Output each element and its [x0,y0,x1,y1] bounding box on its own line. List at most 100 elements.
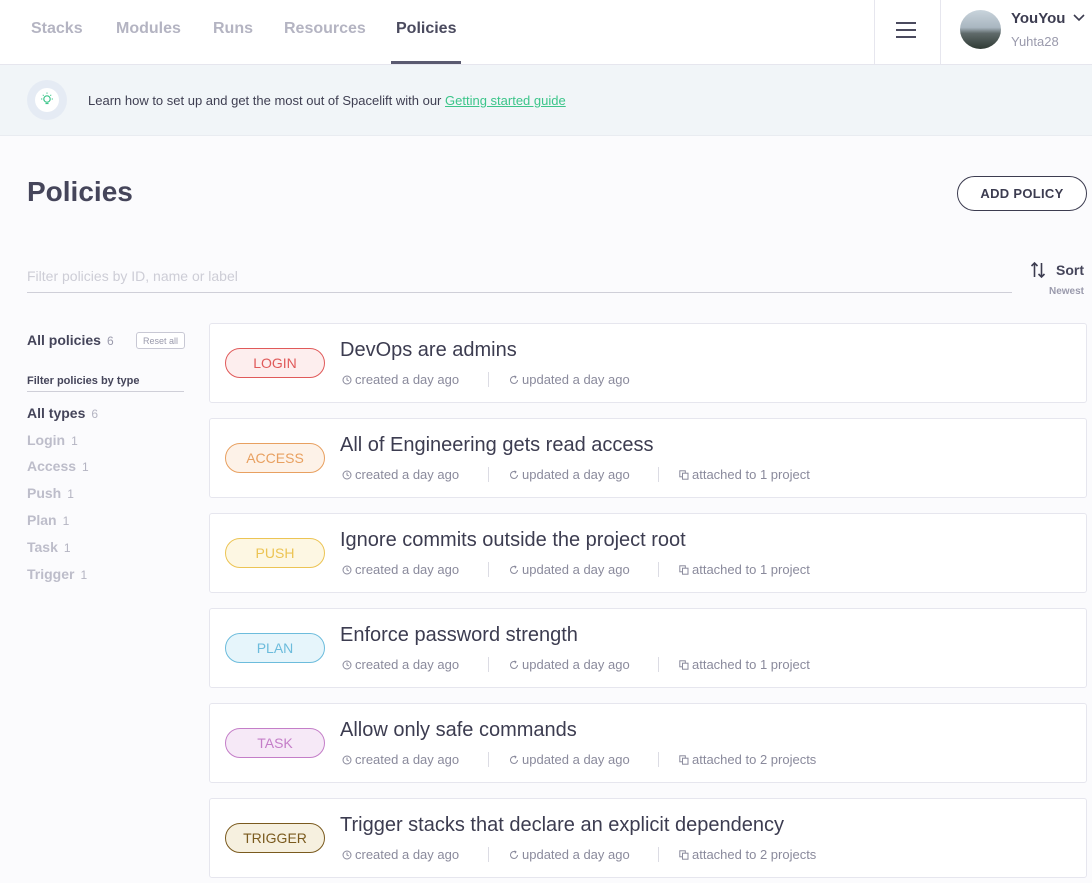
filter-type-heading: Filter policies by type [27,375,184,392]
avatar[interactable] [960,10,1001,49]
meta-divider [488,562,489,577]
page-title: Policies [27,176,133,207]
policy-updated: updated a day ago [509,752,630,767]
all-policies-label: All policies [27,332,101,348]
tab-resources[interactable]: Resources [284,0,366,64]
policy-created: created a day ago [342,752,459,767]
policy-type-badge: TASK [225,728,325,758]
policy-type-badge: LOGIN [225,348,325,378]
policy-card[interactable]: LOGIN DevOps are admins created a day ag… [209,323,1087,403]
policy-type-badge: ACCESS [225,443,325,473]
meta-divider [658,657,659,672]
policy-created: created a day ago [342,467,459,482]
policy-name[interactable]: DevOps are admins [340,339,517,362]
policy-card[interactable]: TASK Allow only safe commands created a … [209,703,1087,783]
type-filter-login[interactable]: Login 1 [27,432,78,452]
chevron-down-icon[interactable] [1073,13,1085,23]
policy-card[interactable]: ACCESS All of Engineering gets read acce… [209,418,1087,498]
meta-divider [658,467,659,482]
policy-created: created a day ago [342,372,459,387]
type-filter-access[interactable]: Access 1 [27,458,89,478]
clock-icon [342,375,352,385]
tab-policies[interactable]: Policies [390,0,463,64]
policy-name[interactable]: Trigger stacks that declare an explicit … [340,814,784,837]
all-policies-count: 6 [107,334,114,348]
clock-icon [342,850,352,860]
type-filter-label: Push [27,485,62,501]
type-filter-all[interactable]: All types 6 [27,405,98,425]
menu-icon[interactable] [896,22,918,40]
policy-updated: updated a day ago [509,372,630,387]
clock-icon [342,660,352,670]
copy-icon [679,565,689,575]
sort-value: Newest [1049,286,1085,297]
policy-created: created a day ago [342,657,459,672]
policy-updated: updated a day ago [509,657,630,672]
type-filter-trigger[interactable]: Trigger 1 [27,566,87,586]
type-filter-label: Task [27,539,58,555]
attached-text: attached to 1 project [692,467,810,482]
policy-card[interactable]: PUSH Ignore commits outside the project … [209,513,1087,593]
top-nav: Stacks Modules Runs Resources Policies Y… [0,0,1092,65]
meta-divider [488,467,489,482]
reset-all-button[interactable]: Reset all [136,332,185,349]
type-filter-label: Login [27,432,66,448]
policy-attached: attached to 1 project [679,562,810,577]
meta-divider [658,847,659,862]
sort-icon [1030,261,1046,279]
clock-icon [342,565,352,575]
refresh-icon [510,850,518,859]
updated-text: updated a day ago [522,467,630,482]
policy-card[interactable]: TRIGGER Trigger stacks that declare an e… [209,798,1087,878]
type-filter-label: Plan [27,512,57,528]
copy-icon [679,470,689,480]
tab-runs[interactable]: Runs [213,0,253,64]
filter-input[interactable] [27,260,1012,293]
type-filter-count: 1 [82,460,89,474]
type-filter-plan[interactable]: Plan 1 [27,512,69,532]
policy-updated: updated a day ago [509,562,630,577]
type-filter-task[interactable]: Task 1 [27,539,71,559]
meta-divider [488,752,489,767]
tab-stacks[interactable]: Stacks [31,0,83,64]
policy-name[interactable]: All of Engineering gets read access [340,434,654,457]
copy-icon [679,850,689,860]
policy-name[interactable]: Ignore commits outside the project root [340,529,686,552]
type-filter-push[interactable]: Push 1 [27,485,74,505]
refresh-icon [510,470,518,479]
updated-text: updated a day ago [522,562,630,577]
meta-divider [488,372,489,387]
type-filter-label: All types [27,405,86,421]
copy-icon [679,755,689,765]
banner-text: Learn how to set up and get the most out… [88,93,566,108]
created-text: created a day ago [355,562,460,577]
policy-attached: attached to 1 project [679,467,810,482]
getting-started-link[interactable]: Getting started guide [445,93,566,108]
type-filter-count: 1 [67,487,74,501]
lightbulb-icon [27,80,67,120]
policy-card[interactable]: PLAN Enforce password strength created a… [209,608,1087,688]
clock-icon [342,755,352,765]
sort-button[interactable]: Sort [1030,261,1090,281]
add-policy-button[interactable]: ADD POLICY [957,176,1087,211]
user-name[interactable]: YouYou [1011,10,1065,27]
type-filter-count: 6 [91,407,99,421]
attached-text: attached to 2 projects [692,847,817,862]
attached-text: attached to 1 project [692,657,810,672]
created-text: created a day ago [355,847,460,862]
clock-icon [342,470,352,480]
policy-type-badge: PLAN [225,633,325,663]
info-banner: Learn how to set up and get the most out… [0,65,1092,136]
policy-created: created a day ago [342,562,459,577]
policy-attached: attached to 2 projects [679,847,816,862]
policy-updated: updated a day ago [509,847,630,862]
policy-name[interactable]: Allow only safe commands [340,719,577,742]
tab-modules[interactable]: Modules [116,0,181,64]
sort-label: Sort [1056,262,1084,278]
user-handle: Yuhta28 [1011,34,1059,49]
type-filter-count: 1 [62,514,70,528]
policy-type-badge: PUSH [225,538,325,568]
policy-attached: attached to 2 projects [679,752,816,767]
policy-name[interactable]: Enforce password strength [340,624,578,647]
policy-type-badge: TRIGGER [225,823,325,853]
